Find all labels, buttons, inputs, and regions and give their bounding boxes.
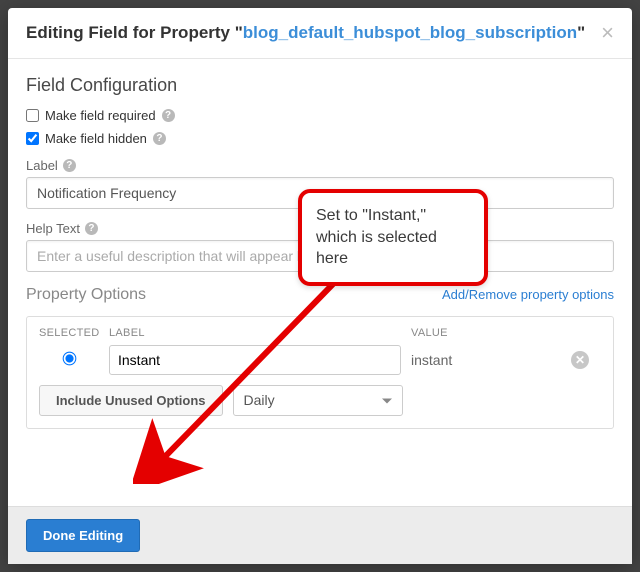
help-icon[interactable]: ? bbox=[63, 159, 76, 172]
modal-body: Field Configuration Make field required … bbox=[8, 59, 632, 506]
option-value: instant bbox=[411, 352, 561, 368]
modal-title: Editing Field for Property "blog_default… bbox=[26, 23, 585, 43]
unused-options-select[interactable]: Daily bbox=[233, 385, 403, 416]
required-checkbox[interactable] bbox=[26, 109, 39, 122]
required-label: Make field required bbox=[45, 108, 156, 123]
include-unused-button[interactable]: Include Unused Options bbox=[39, 385, 223, 416]
section-field-config: Field Configuration bbox=[26, 75, 614, 96]
col-selected: SELECTED bbox=[39, 327, 99, 339]
remove-option-icon[interactable]: ✕ bbox=[571, 351, 589, 369]
help-icon[interactable]: ? bbox=[162, 109, 175, 122]
modal-header: Editing Field for Property "blog_default… bbox=[8, 8, 632, 59]
hidden-label: Make field hidden bbox=[45, 131, 147, 146]
edit-field-modal: Editing Field for Property "blog_default… bbox=[8, 8, 632, 564]
hidden-checkbox[interactable] bbox=[26, 132, 39, 145]
section-property-options: Property Options bbox=[26, 286, 146, 304]
hidden-row: Make field hidden ? bbox=[26, 131, 614, 146]
option-row: instant ✕ bbox=[39, 345, 601, 375]
options-box: SELECTED LABEL VALUE instant ✕ Include U… bbox=[26, 316, 614, 429]
option-selected-radio[interactable] bbox=[62, 352, 76, 366]
annotation-callout: Set to "Instant," which is selected here bbox=[298, 189, 488, 286]
help-icon[interactable]: ? bbox=[85, 222, 98, 235]
label-field-label: Label ? bbox=[26, 158, 614, 173]
close-icon[interactable]: × bbox=[601, 22, 614, 44]
modal-footer: Done Editing bbox=[8, 506, 632, 564]
chevron-down-icon bbox=[382, 398, 392, 403]
property-link[interactable]: blog_default_hubspot_blog_subscription bbox=[243, 23, 577, 42]
done-editing-button[interactable]: Done Editing bbox=[26, 519, 140, 552]
col-label: LABEL bbox=[109, 327, 401, 339]
help-icon[interactable]: ? bbox=[153, 132, 166, 145]
add-remove-options-link[interactable]: Add/Remove property options bbox=[442, 287, 614, 302]
col-value: VALUE bbox=[411, 327, 561, 339]
option-label-input[interactable] bbox=[109, 345, 401, 375]
required-row: Make field required ? bbox=[26, 108, 614, 123]
